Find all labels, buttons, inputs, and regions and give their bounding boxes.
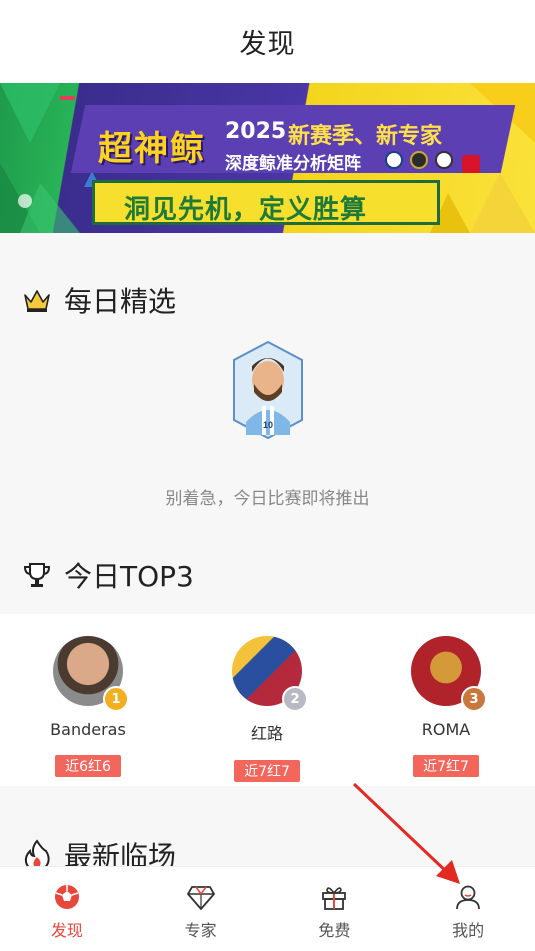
diamond-icon [186,886,215,910]
tab-label: 发现 [50,921,83,940]
league-logo-icon [462,155,480,173]
tab-label: 我的 [452,921,485,940]
gold-medal-icon: 1 [103,686,129,712]
expert-name: ROMA [421,720,471,739]
banner-season: 新赛季、新专家 [288,124,443,149]
top3-list: 1 Banderas 近6红6 2 红路 近7红7 3 ROMA 近7红7 [0,614,535,786]
silver-medal-icon: 2 [282,686,308,712]
expert-name: 红路 [250,724,283,743]
soccer-ball-icon [54,885,79,909]
svg-text:10: 10 [263,420,273,430]
record-badge: 近6红6 [55,755,121,777]
empty-state-text: 别着急，今日比赛即将推出 [165,489,370,509]
bronze-medal-icon: 3 [461,686,487,712]
trophy-icon [23,563,51,587]
expert-card[interactable]: 2 红路 近7红7 [197,636,337,782]
player-cartoon-icon: 10 [233,340,303,440]
promo-banner[interactable]: 超神鲸 2025 新赛季、新专家 深度鲸准分析矩阵 洞见先机，定义胜算 [0,83,535,233]
record-badge: 近7红7 [234,760,300,782]
page-title: 发现 [239,29,296,60]
avatar: 2 [232,636,308,712]
avatar: 1 [53,636,129,712]
league-logo-icon [435,151,453,169]
gift-icon [322,887,347,910]
banner-slogan: 洞见先机，定义胜算 [124,195,368,225]
top-bar: 发现 [0,0,535,83]
league-logo-icon [385,151,403,169]
avatar: 3 [411,636,487,712]
league-logo-icon [410,151,428,169]
crown-icon [24,290,50,312]
expert-name: Banderas [50,720,126,739]
record-badge: 近7红7 [413,755,479,777]
banner-year: 2025 [225,119,287,144]
tab-experts[interactable]: 专家 [134,867,268,951]
tab-label: 免费 [318,921,351,940]
tab-discover[interactable]: 发现 [0,867,134,951]
banner-brand: 超神鲸 [98,129,206,169]
tab-label: 专家 [184,921,217,940]
daily-picks-title: 每日精选 [64,285,177,318]
expert-card[interactable]: 1 Banderas 近6红6 [18,636,158,777]
banner-subtitle: 深度鲸准分析矩阵 [225,154,361,174]
expert-card[interactable]: 3 ROMA 近7红7 [376,636,516,777]
top3-header: 今日TOP3 [22,555,194,595]
top3-title: 今日TOP3 [64,560,194,593]
daily-picks-header: 每日精选 [22,280,176,320]
red-arrow-annotation [352,782,460,884]
